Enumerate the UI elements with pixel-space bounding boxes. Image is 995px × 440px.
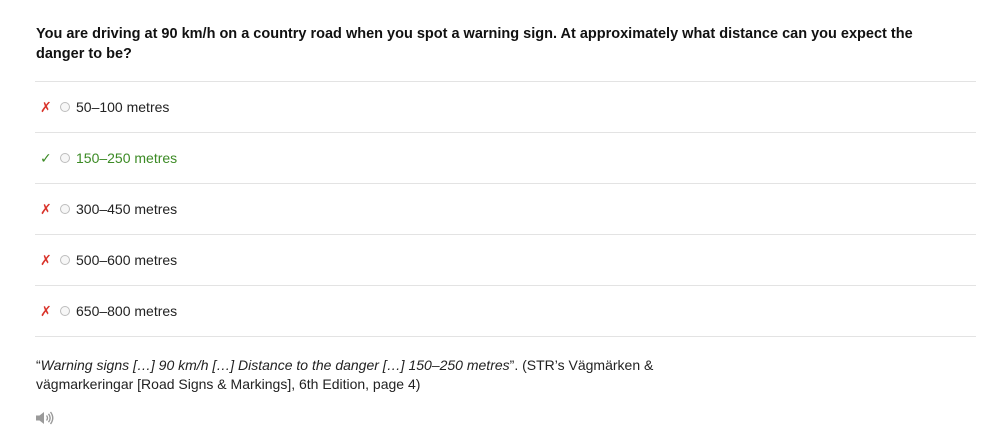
radio-button[interactable]: [60, 204, 70, 214]
answer-options: ✗ 50–100 metres ✓ 150–250 metres ✗ 300–4…: [35, 81, 976, 337]
explanation-text: “Warning signs […] 90 km/h […] Distance …: [36, 356, 676, 394]
answer-label: 150–250 metres: [76, 150, 178, 166]
question-text: You are driving at 90 km/h on a country …: [36, 26, 913, 62]
incorrect-mark-icon: ✗: [40, 252, 52, 268]
answer-option-5[interactable]: ✗ 650–800 metres: [35, 286, 976, 337]
radio-button[interactable]: [60, 306, 70, 316]
answer-option-3[interactable]: ✗ 300–450 metres: [35, 184, 976, 235]
speaker-icon[interactable]: [35, 410, 55, 426]
answer-option-1[interactable]: ✗ 50–100 metres: [35, 82, 976, 133]
incorrect-mark-icon: ✗: [40, 99, 52, 115]
answer-option-4[interactable]: ✗ 500–600 metres: [35, 235, 976, 286]
radio-button[interactable]: [60, 102, 70, 112]
quote-text: Warning signs […] 90 km/h […] Distance t…: [40, 357, 510, 373]
radio-button[interactable]: [60, 255, 70, 265]
answer-label: 300–450 metres: [76, 201, 178, 217]
radio-button[interactable]: [60, 153, 70, 163]
incorrect-mark-icon: ✗: [40, 201, 52, 217]
answer-label: 650–800 metres: [76, 303, 178, 319]
answer-label: 50–100 metres: [76, 99, 170, 115]
speaker-icon-graphic: [36, 411, 54, 425]
answer-option-2[interactable]: ✓ 150–250 metres: [35, 133, 976, 184]
correct-mark-icon: ✓: [40, 150, 52, 166]
answer-label: 500–600 metres: [76, 252, 178, 268]
incorrect-mark-icon: ✗: [40, 303, 52, 319]
quiz-card: You are driving at 90 km/h on a country …: [0, 0, 995, 440]
